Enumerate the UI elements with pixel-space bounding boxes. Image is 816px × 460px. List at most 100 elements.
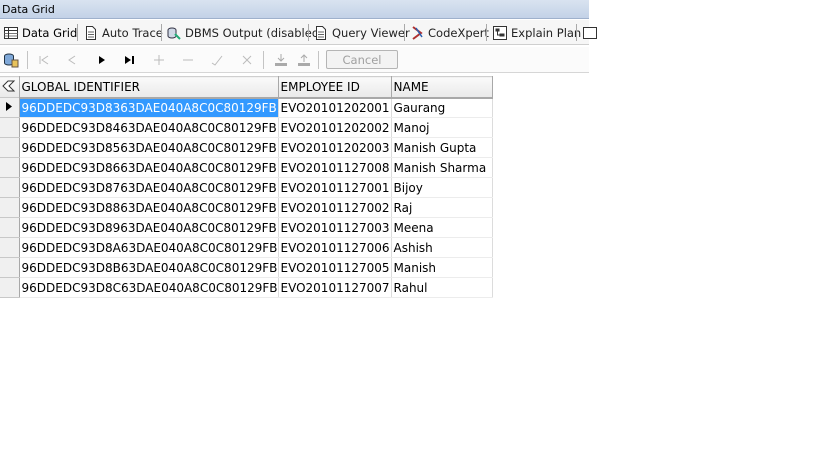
cell-name[interactable]: Manoj	[391, 117, 493, 138]
cell-employee-id[interactable]: EVO20101127007	[278, 277, 392, 298]
row-indicator[interactable]	[0, 257, 20, 278]
grid-header-row: GLOBAL IDENTIFIER EMPLOYEE ID NAME	[0, 76, 493, 99]
results-grid: GLOBAL IDENTIFIER EMPLOYEE ID NAME 96DDE…	[0, 76, 493, 298]
tab-separator	[161, 24, 162, 41]
column-header-name[interactable]: NAME	[391, 76, 493, 99]
cell-global-identifier[interactable]: 96DDEDC93D8363DAE040A8C0C80129FB	[19, 97, 279, 118]
cell-name[interactable]: Meena	[391, 217, 493, 238]
column-header-employee-id[interactable]: EMPLOYEE ID	[278, 76, 392, 99]
data-grid-panel: Data Grid Data Grid Auto Trace DBMS Outp…	[0, 0, 597, 73]
tab-separator	[77, 24, 78, 41]
tab-separator	[576, 24, 577, 41]
row-indicator[interactable]	[0, 97, 20, 118]
cell-global-identifier[interactable]: 96DDEDC93D8A63DAE040A8C0C80129FB	[19, 237, 279, 258]
cell-employee-id[interactable]: EVO20101202002	[278, 117, 392, 138]
cell-global-identifier[interactable]: 96DDEDC93D8763DAE040A8C0C80129FB	[19, 177, 279, 198]
tab-label: Explain Plan	[511, 25, 582, 40]
database-export-icon[interactable]	[2, 51, 20, 69]
tab-auto-trace[interactable]: Auto Trace	[84, 22, 163, 43]
tab-dbms-output[interactable]: DBMS Output (disabled)	[167, 22, 324, 43]
codexpert-icon	[410, 25, 424, 40]
tab-label: CodeXpert	[428, 25, 489, 40]
dbms-icon	[167, 26, 181, 40]
next-record-icon[interactable]	[93, 51, 111, 69]
table-row[interactable]: 96DDEDC93D8463DAE040A8C0C80129FB EVO20101…	[0, 117, 493, 138]
cell-global-identifier[interactable]: 96DDEDC93D8563DAE040A8C0C80129FB	[19, 137, 279, 158]
cancel-edit-icon[interactable]	[238, 51, 256, 69]
table-row[interactable]: 96DDEDC93D8A63DAE040A8C0C80129FB EVO20101…	[0, 237, 493, 258]
tab-overflow[interactable]	[583, 22, 601, 43]
row-indicator[interactable]	[0, 197, 20, 218]
row-indicator[interactable]	[0, 277, 20, 298]
row-indicator[interactable]	[0, 217, 20, 238]
document-icon	[314, 25, 328, 40]
cell-global-identifier[interactable]: 96DDEDC93D8663DAE040A8C0C80129FB	[19, 157, 279, 178]
tab-label: Query Viewer	[332, 25, 410, 40]
cell-name[interactable]: Manish Gupta	[391, 137, 493, 158]
cell-name[interactable]: Gaurang	[391, 97, 493, 118]
cell-global-identifier[interactable]: 96DDEDC93D8B63DAE040A8C0C80129FB	[19, 257, 279, 278]
delete-record-icon[interactable]	[179, 51, 197, 69]
cell-employee-id[interactable]: EVO20101127002	[278, 197, 392, 218]
tab-codexpert[interactable]: CodeXpert	[410, 22, 489, 43]
row-indicator[interactable]	[0, 117, 20, 138]
row-indicator[interactable]	[0, 137, 20, 158]
first-record-icon[interactable]	[35, 51, 53, 69]
cell-name[interactable]: Bijoy	[391, 177, 493, 198]
cell-name[interactable]: Rahul	[391, 277, 493, 298]
table-row[interactable]: 96DDEDC93D8C63DAE040A8C0C80129FB EVO20101…	[0, 277, 493, 298]
tab-separator	[308, 24, 309, 41]
upload-icon[interactable]	[295, 51, 313, 69]
insert-record-icon[interactable]	[150, 51, 168, 69]
table-row[interactable]: 96DDEDC93D8563DAE040A8C0C80129FB EVO20101…	[0, 137, 493, 158]
cell-employee-id[interactable]: EVO20101127003	[278, 217, 392, 238]
cell-employee-id[interactable]: EVO20101127006	[278, 237, 392, 258]
grid-icon	[583, 26, 597, 40]
table-row[interactable]: 96DDEDC93D8963DAE040A8C0C80129FB EVO20101…	[0, 217, 493, 238]
tab-label: Data Grid	[22, 25, 78, 40]
cell-employee-id[interactable]: EVO20101127008	[278, 157, 392, 178]
cell-employee-id[interactable]: EVO20101202003	[278, 137, 392, 158]
select-all-icon	[2, 80, 16, 95]
panel-title: Data Grid	[0, 0, 589, 19]
table-row[interactable]: 96DDEDC93D8363DAE040A8C0C80129FB EVO20101…	[0, 97, 493, 118]
prior-record-icon[interactable]	[63, 51, 81, 69]
row-indicator[interactable]	[0, 177, 20, 198]
tab-label: Auto Trace	[102, 25, 163, 40]
cell-name[interactable]: Ashish	[391, 237, 493, 258]
table-row[interactable]: 96DDEDC93D8B63DAE040A8C0C80129FB EVO20101…	[0, 257, 493, 278]
toolbar-separator	[27, 51, 28, 69]
cell-name[interactable]: Raj	[391, 197, 493, 218]
cell-employee-id[interactable]: EVO20101127005	[278, 257, 392, 278]
cancel-button[interactable]: Cancel	[326, 50, 398, 69]
toolbar-separator	[263, 51, 264, 69]
last-record-icon[interactable]	[121, 51, 139, 69]
row-indicator[interactable]	[0, 237, 20, 258]
grid-toolbar: Cancel	[0, 47, 589, 73]
cell-global-identifier[interactable]: 96DDEDC93D8963DAE040A8C0C80129FB	[19, 217, 279, 238]
tab-explain-plan[interactable]: Explain Plan	[493, 22, 581, 43]
edit-record-icon[interactable]	[208, 51, 226, 69]
document-icon	[84, 25, 98, 40]
cell-employee-id[interactable]: EVO20101127001	[278, 177, 392, 198]
column-header-global-identifier[interactable]: GLOBAL IDENTIFIER	[19, 76, 279, 99]
row-indicator[interactable]	[0, 157, 20, 178]
tab-separator	[486, 24, 487, 41]
cell-name[interactable]: Manish	[391, 257, 493, 278]
table-row[interactable]: 96DDEDC93D8663DAE040A8C0C80129FB EVO20101…	[0, 157, 493, 178]
table-row[interactable]: 96DDEDC93D8863DAE040A8C0C80129FB EVO20101…	[0, 197, 493, 218]
tab-data-grid[interactable]: Data Grid	[4, 22, 77, 43]
tab-label: DBMS Output (disabled)	[185, 25, 324, 40]
download-icon[interactable]	[272, 51, 290, 69]
cell-global-identifier[interactable]: 96DDEDC93D8863DAE040A8C0C80129FB	[19, 197, 279, 218]
cell-global-identifier[interactable]: 96DDEDC93D8463DAE040A8C0C80129FB	[19, 117, 279, 138]
output-tabs: Data Grid Auto Trace DBMS Output (disabl…	[0, 20, 597, 45]
table-row[interactable]: 96DDEDC93D8763DAE040A8C0C80129FB EVO20101…	[0, 177, 493, 198]
cell-global-identifier[interactable]: 96DDEDC93D8C63DAE040A8C0C80129FB	[19, 277, 279, 298]
cell-employee-id[interactable]: EVO20101202001	[278, 97, 392, 118]
toolbar-separator	[318, 51, 319, 69]
tab-query-viewer[interactable]: Query Viewer	[314, 22, 410, 43]
cell-name[interactable]: Manish Sharma	[391, 157, 493, 178]
grid-corner[interactable]	[0, 76, 20, 98]
current-row-arrow-icon	[6, 101, 13, 114]
